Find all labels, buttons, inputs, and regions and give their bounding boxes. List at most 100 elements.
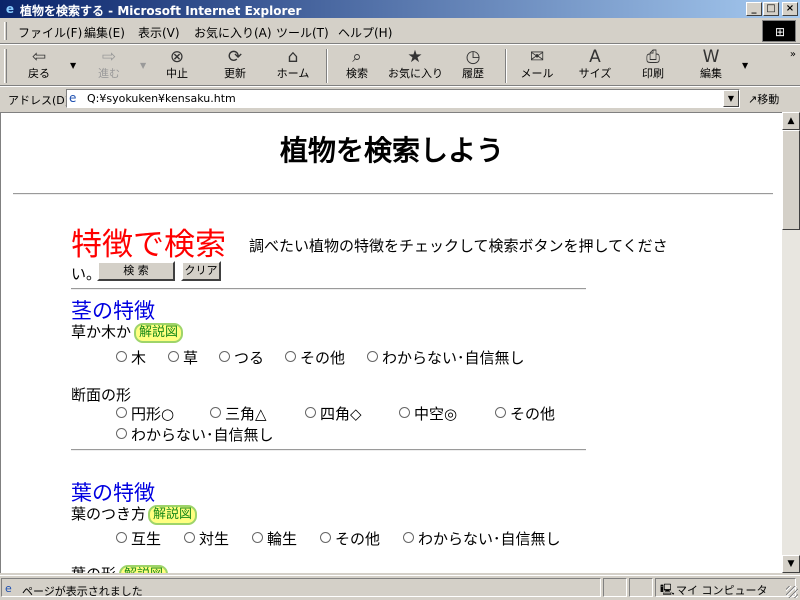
toolbar-chevron[interactable]: » xyxy=(790,49,796,60)
radio-circle[interactable] xyxy=(305,407,316,418)
radio-circle[interactable] xyxy=(219,351,230,362)
address-box: e ▼ xyxy=(66,89,740,108)
font-size-icon: A xyxy=(589,47,601,67)
menu-view[interactable]: 表示(V) xyxy=(138,24,180,41)
top-divider xyxy=(13,193,773,195)
toolbar: ⇦ 戻る ▼ ⇨ 進む ▼ ⊗ 中止 ⟳ 更新 ⌂ ホーム ⌕ 検索 ★ お気に… xyxy=(0,44,800,86)
radio-circle[interactable] xyxy=(285,351,296,362)
radio-circle[interactable] xyxy=(184,532,195,543)
title-bar: e 植物を検索する - Microsoft Internet Explorer … xyxy=(0,0,800,18)
menu-tools[interactable]: ツール(T) xyxy=(276,24,329,41)
vertical-scrollbar[interactable]: ▲ ▼ xyxy=(782,112,800,573)
clear-button[interactable]: クリア xyxy=(181,261,221,281)
radio-type-vine[interactable]: つる xyxy=(219,347,264,368)
radio-type-other[interactable]: その他 xyxy=(285,347,345,368)
toolbar-grip xyxy=(4,49,7,83)
back-dropdown-icon[interactable]: ▼ xyxy=(70,61,76,70)
toolbar-separator xyxy=(326,49,328,83)
page-done-icon: e xyxy=(5,582,12,595)
forward-arrow-icon: ⇨ xyxy=(101,47,117,67)
radio-circle[interactable] xyxy=(116,428,127,439)
menu-file[interactable]: ファイル(F) xyxy=(18,24,82,41)
stop-button[interactable]: ⊗ 中止 xyxy=(150,47,204,85)
radio-section-round[interactable]: 円形○ xyxy=(116,403,174,424)
history-icon: ◷ xyxy=(465,47,481,67)
edit-button[interactable]: W 編集 xyxy=(684,47,738,85)
throbber: ⊞ xyxy=(762,20,796,42)
radio-section-square[interactable]: 四角◇ xyxy=(305,403,362,424)
radio-leaf-other[interactable]: その他 xyxy=(320,528,380,549)
mail-button[interactable]: ✉ メール xyxy=(510,47,564,85)
maximize-button[interactable]: □ xyxy=(763,2,779,16)
back-button[interactable]: ⇦ 戻る xyxy=(12,47,66,85)
edit-dropdown-icon[interactable]: ▼ xyxy=(742,61,748,70)
radio-circle[interactable] xyxy=(210,407,221,418)
go-arrow-icon: ↗ xyxy=(748,93,758,106)
stop-icon: ⊗ xyxy=(169,47,185,67)
status-text: ページが表示されました xyxy=(22,585,143,598)
radio-section-hollow[interactable]: 中空◎ xyxy=(399,403,457,424)
minimize-button[interactable]: _ xyxy=(746,2,762,16)
section-divider xyxy=(71,288,586,290)
radio-circle[interactable] xyxy=(168,351,179,362)
home-button[interactable]: ⌂ ホーム xyxy=(266,47,320,85)
menu-help[interactable]: ヘルプ(H) xyxy=(338,24,392,41)
print-button[interactable]: ⎙ 印刷 xyxy=(626,47,680,85)
scroll-down-button[interactable]: ▼ xyxy=(782,555,800,573)
menu-favorites[interactable]: お気に入り(A) xyxy=(194,24,272,41)
radio-circle[interactable] xyxy=(252,532,263,543)
refresh-button[interactable]: ⟳ 更新 xyxy=(208,47,262,85)
search-submit-button[interactable]: 検 索 xyxy=(97,261,175,281)
address-bar: アドレス(D) e ▼ ↗移動 xyxy=(0,86,800,110)
plant-type-label: 草か木か xyxy=(71,323,132,341)
radio-section-triangle[interactable]: 三角△ xyxy=(210,403,267,424)
radio-circle[interactable] xyxy=(116,351,127,362)
radio-section-unknown[interactable]: わからない･自信無し xyxy=(116,424,274,445)
radio-section-other[interactable]: その他 xyxy=(495,403,555,424)
search-heading: 特徴で検索 xyxy=(71,227,226,263)
status-zone-pane: 🖳 マイ コンピュータ xyxy=(655,578,796,597)
zone-text: マイ コンピュータ xyxy=(676,584,768,597)
radio-type-tree[interactable]: 木 xyxy=(116,347,146,368)
instruction-text: 調べたい植物の特徴をチェックして検索ボタンを押してくださ xyxy=(249,237,668,255)
scroll-thumb[interactable] xyxy=(782,130,800,230)
radio-leaf-whorled[interactable]: 輪生 xyxy=(252,528,297,549)
history-button[interactable]: ◷ 履歴 xyxy=(446,47,500,85)
word-edit-icon: W xyxy=(702,47,720,67)
search-button[interactable]: ⌕ 検索 xyxy=(330,47,384,85)
leaf-shape-diagram-button[interactable]: 解説図 xyxy=(119,565,169,573)
radio-circle[interactable] xyxy=(116,532,127,543)
radio-circle[interactable] xyxy=(320,532,331,543)
radio-circle[interactable] xyxy=(495,407,506,418)
leaf-arrangement-diagram-button[interactable]: 解説図 xyxy=(148,505,198,525)
go-button[interactable]: ↗移動 xyxy=(748,91,779,107)
page-content: 植物を検索しよう 特徴で検索 調べたい植物の特徴をチェックして検索ボタンを押して… xyxy=(0,112,782,573)
radio-circle[interactable] xyxy=(403,532,414,543)
windows-logo-icon: ⊞ xyxy=(774,25,786,39)
resize-grip[interactable] xyxy=(786,586,798,598)
status-text-pane: e ページが表示されました xyxy=(1,578,601,598)
radio-circle[interactable] xyxy=(116,407,127,418)
size-button[interactable]: A サイズ xyxy=(568,47,622,85)
favorites-folder-icon: ★ xyxy=(407,47,423,67)
status-bar: e ページが表示されました 🖳 マイ コンピュータ xyxy=(0,575,800,600)
close-button[interactable]: × xyxy=(782,2,798,16)
search-icon: ⌕ xyxy=(352,47,362,67)
ie-icon: e xyxy=(5,2,15,16)
scroll-up-button[interactable]: ▲ xyxy=(782,112,800,130)
radio-circle[interactable] xyxy=(367,351,378,362)
radio-type-unknown[interactable]: わからない･自信無し xyxy=(367,347,525,368)
address-input[interactable] xyxy=(87,91,717,106)
radio-leaf-opposite[interactable]: 対生 xyxy=(184,528,229,549)
radio-leaf-alternate[interactable]: 互生 xyxy=(116,528,161,549)
menu-grip xyxy=(4,22,7,40)
printer-icon: ⎙ xyxy=(646,47,660,67)
radio-circle[interactable] xyxy=(399,407,410,418)
address-dropdown-button[interactable]: ▼ xyxy=(723,90,739,107)
favorites-button[interactable]: ★ お気に入り xyxy=(388,47,443,85)
radio-type-grass[interactable]: 草 xyxy=(168,347,198,368)
address-label: アドレス(D) xyxy=(8,94,70,107)
menu-edit[interactable]: 編集(E) xyxy=(84,24,125,41)
plant-type-diagram-button[interactable]: 解説図 xyxy=(134,323,184,343)
radio-leaf-unknown[interactable]: わからない･自信無し xyxy=(403,528,561,549)
